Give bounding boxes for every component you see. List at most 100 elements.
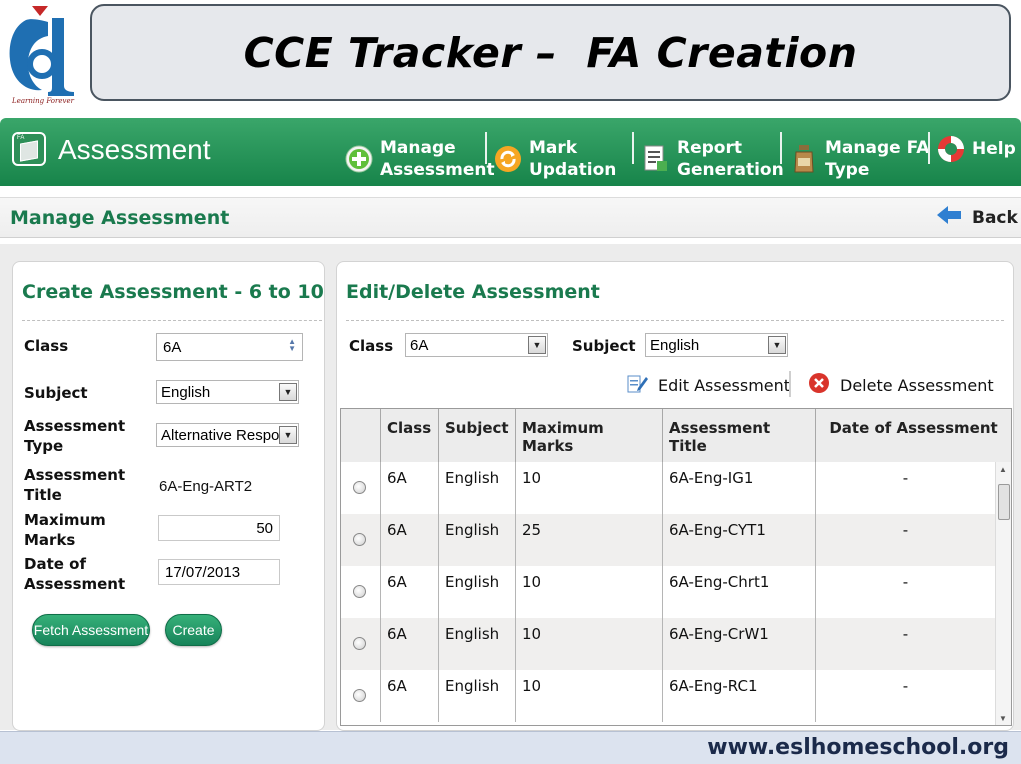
cell-class: 6A (381, 618, 439, 670)
nav-label: Report Generation (677, 138, 784, 180)
subject-select-value: English (161, 384, 211, 401)
report-icon (641, 144, 671, 174)
cell-class: 6A (381, 670, 439, 722)
divider (346, 320, 1004, 321)
lifebuoy-icon (936, 134, 966, 164)
assessment-type-label: Assessment Type (24, 417, 126, 455)
cell-max-marks: 10 (516, 462, 663, 514)
edit-assessment-button[interactable]: Edit Assessment (626, 372, 790, 398)
nav-divider (928, 132, 930, 164)
logo-tagline: Learning Forever (12, 97, 74, 105)
cell-subject: English (439, 514, 516, 566)
cell-subject: English (439, 618, 516, 670)
delete-assessment-label: Delete Assessment (840, 375, 994, 395)
dropdown-arrow-icon: ▼ (279, 383, 297, 401)
class-label: Class (24, 337, 69, 355)
delete-assessment-button[interactable]: Delete Assessment (808, 372, 994, 398)
create-button[interactable]: Create (165, 614, 222, 646)
scroll-down-icon[interactable]: ▼ (999, 714, 1007, 723)
nav-mark-updation[interactable]: Mark Updation (493, 137, 616, 181)
nav-label: Manage FA Type (825, 138, 930, 180)
nav-label: Mark Updation (529, 138, 617, 180)
table-row[interactable]: 6A English 25 6A-Eng-CYT1 - (341, 514, 995, 566)
page-title: Manage Assessment (10, 207, 230, 229)
scroll-thumb[interactable] (998, 484, 1010, 520)
school-logo: Learning Forever (4, 2, 82, 106)
assessment-table: Class Subject Maximum Marks Assessment T… (340, 408, 1012, 726)
delete-x-icon (808, 372, 830, 398)
dropdown-arrow-icon: ▼ (528, 336, 546, 354)
assessment-app-icon: FA (12, 132, 46, 166)
class-select-value: 6A (163, 339, 182, 356)
divider (22, 320, 322, 321)
back-label: Back (972, 207, 1018, 228)
back-arrow-icon (936, 202, 962, 233)
bottle-icon (789, 144, 819, 174)
assessment-type-value: Alternative Respor (161, 427, 285, 444)
slide-title: CCE Tracker – FA Creation (243, 28, 858, 77)
filter-subject-select[interactable]: English ▼ (645, 333, 788, 357)
dropdown-arrow-icon: ▼ (279, 426, 297, 444)
filter-subject-label: Subject (572, 337, 636, 355)
row-radio[interactable] (353, 637, 366, 650)
nav-help[interactable]: Help (936, 134, 1016, 164)
nav-divider (780, 132, 782, 164)
cell-date: - (902, 573, 909, 591)
plus-circle-icon (344, 144, 374, 174)
cell-title: 6A-Eng-CrW1 (663, 618, 816, 670)
back-button[interactable]: Back (936, 202, 1018, 233)
edit-assessment-label: Edit Assessment (658, 375, 791, 395)
class-select[interactable]: 6A ▲ ▼ (156, 333, 303, 361)
filter-class-select[interactable]: 6A ▼ (405, 333, 548, 357)
cell-date: - (902, 469, 909, 487)
assessment-type-select[interactable]: Alternative Respor ▼ (156, 423, 299, 447)
row-radio[interactable] (353, 585, 366, 598)
table-scrollbar[interactable]: ▲ ▼ (995, 462, 1011, 725)
row-radio[interactable] (353, 481, 366, 494)
date-label: Date of Assessment (24, 555, 126, 593)
nav-label: Manage Assessment (380, 138, 495, 180)
nav-label: Help (972, 139, 1016, 159)
nav-manage-fa-type[interactable]: Manage FA Type (789, 137, 929, 181)
footer-url: www.eslhomeschool.org (707, 735, 1009, 760)
table-header-title: Assessment Title (663, 409, 816, 462)
subject-select[interactable]: English ▼ (156, 380, 299, 404)
cell-class: 6A (381, 462, 439, 514)
cell-class: 6A (381, 514, 439, 566)
table-header-select (341, 409, 381, 462)
table-row[interactable]: 6A English 10 6A-Eng-CrW1 - (341, 618, 995, 670)
cell-date: - (902, 625, 909, 643)
row-select-cell (341, 566, 381, 618)
edit-panel-title: Edit/Delete Assessment (346, 281, 600, 303)
date-input[interactable]: 17/07/2013 (158, 559, 280, 585)
cell-max-marks: 10 (516, 670, 663, 722)
slide-title-box: CCE Tracker – FA Creation (90, 4, 1011, 101)
max-marks-label: Maximum Marks (24, 511, 106, 549)
table-row[interactable]: 6A English 10 6A-Eng-IG1 - (341, 462, 995, 514)
create-panel-title: Create Assessment - 6 to 10 (22, 281, 324, 303)
refresh-icon (493, 144, 523, 174)
table-row[interactable]: 6A English 10 6A-Eng-Chrt1 - (341, 566, 995, 618)
row-radio[interactable] (353, 533, 366, 546)
table-header-subject: Subject (439, 409, 516, 462)
nav-divider (632, 132, 634, 164)
subject-label: Subject (24, 384, 88, 402)
scroll-up-icon[interactable]: ▲ (999, 465, 1007, 474)
cell-max-marks: 25 (516, 514, 663, 566)
spinner-arrows-icon: ▲ ▼ (288, 337, 296, 353)
nav-manage-assessment[interactable]: Manage Assessment (344, 137, 495, 181)
cell-subject: English (439, 566, 516, 618)
fetch-assessment-button[interactable]: Fetch Assessment (32, 614, 150, 646)
cell-date: - (902, 677, 909, 695)
nav-divider (485, 132, 487, 164)
table-row[interactable]: 6A English 10 6A-Eng-RC1 - (341, 670, 995, 722)
max-marks-input[interactable]: 50 (158, 515, 280, 541)
row-radio[interactable] (353, 689, 366, 702)
cell-title: 6A-Eng-IG1 (663, 462, 816, 514)
row-select-cell (341, 514, 381, 566)
cell-class: 6A (381, 566, 439, 618)
cell-subject: English (439, 670, 516, 722)
nav-report-generation[interactable]: Report Generation (641, 137, 784, 181)
cell-title: 6A-Eng-Chrt1 (663, 566, 816, 618)
edit-pencil-icon (626, 372, 648, 398)
